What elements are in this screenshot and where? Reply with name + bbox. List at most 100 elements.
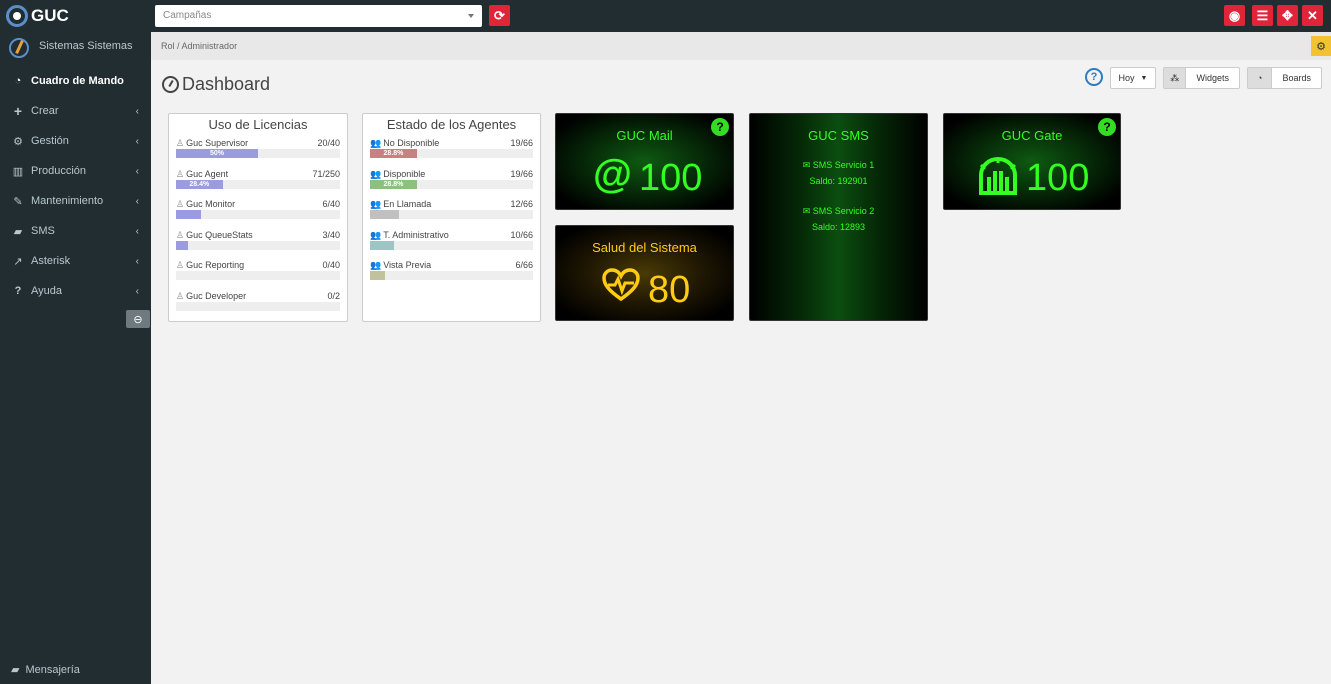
progress-row-label: ♙ Guc Supervisor — [176, 138, 249, 148]
user-icon: ♙ — [176, 138, 185, 148]
progress-row: ♙ Guc Reporting 0/40 — [176, 257, 340, 288]
close-button[interactable]: ✕ — [1302, 5, 1323, 26]
progress-row-label: 👥 No Disponible — [370, 138, 440, 148]
breadcrumb-item[interactable]: Rol — [161, 41, 175, 51]
chevron-left-icon: ‹ — [135, 106, 139, 117]
menu-icon: ☰ — [1256, 7, 1269, 23]
period-dropdown[interactable]: Hoy ▼ — [1110, 67, 1156, 89]
breadcrumb-item[interactable]: Administrador — [182, 41, 238, 51]
progress-row-label: ♙ Guc QueueStats — [176, 229, 253, 240]
settings-button[interactable]: ⚙ — [1311, 36, 1331, 56]
progress-row-label: 👥 Vista Previa — [370, 260, 432, 270]
progress-fill — [176, 210, 201, 219]
sidebar-item-label: Gestión — [31, 135, 69, 147]
agentes-list: 👥 No Disponible 19/66 28.8% 👥 Disponible 19/66… — [363, 135, 540, 288]
progress-row-value: 10/66 — [510, 229, 533, 240]
gears-icon: ⚙ — [13, 135, 23, 148]
cubes-icon: ⁂ — [1164, 68, 1187, 88]
sidebar-collapse-button[interactable]: ⊖ — [126, 310, 150, 328]
users-icon: 👥 — [370, 260, 382, 270]
dashboard-icon — [162, 76, 179, 93]
progress-fill — [176, 240, 189, 250]
user-icon: ♙ — [176, 290, 185, 301]
guc-gate-widget[interactable]: GUC Gate ? 100 — [943, 113, 1121, 210]
help-button[interactable]: ? — [1085, 68, 1103, 86]
sms-service-saldo: Saldo: 12893 — [811, 222, 866, 232]
sidebar-item-asterisk[interactable]: ↗ Asterisk ‹ — [0, 246, 151, 276]
record-button[interactable]: ◉ — [1224, 5, 1245, 26]
users-icon: 👥 — [370, 199, 382, 209]
progress-track — [176, 271, 340, 280]
progress-track: 28.8% — [370, 179, 533, 189]
move-button[interactable]: ✥ — [1277, 5, 1298, 26]
menu-button[interactable]: ☰ — [1252, 5, 1273, 26]
app-logo[interactable]: GUC — [6, 5, 69, 27]
progress-row-label: ♙ Guc Developer — [176, 290, 247, 301]
user-panel[interactable]: Sistemas Sistemas — [0, 32, 151, 60]
widgets-button[interactable]: ⁂ Widgets — [1163, 67, 1240, 89]
progress-row-label: 👥 T. Administrativo — [370, 229, 449, 240]
progress-row: 👥 En Llamada 12/66 — [370, 196, 533, 227]
sidebar-item-produccion[interactable]: ▥ Producción ‹ — [0, 156, 151, 186]
user-icon: ♙ — [176, 199, 185, 209]
guc-sms-title: GUC SMS — [808, 128, 869, 143]
sidebar-item-label: Producción — [31, 165, 87, 177]
guc-sms-widget[interactable]: GUC SMS ✉ SMS Servicio 1 Saldo: 192901 ✉… — [749, 113, 928, 321]
users-icon: 👥 — [370, 138, 382, 148]
salud-sistema-value: 80 — [648, 269, 691, 311]
breadcrumb: Rol / Administrador ⚙ — [151, 32, 1331, 60]
campaign-select[interactable]: Campañas — [155, 5, 482, 27]
sidebar-item-mensajeria[interactable]: ▰ Mensajería — [11, 663, 80, 677]
record-icon: ◉ — [1228, 7, 1241, 23]
sidebar-item-label: Mensajería — [25, 663, 80, 676]
sidebar-item-label: Cuadro de Mando — [31, 75, 124, 87]
chevron-left-icon: ‹ — [135, 256, 139, 267]
wrench-icon: ✎ — [13, 195, 23, 208]
progress-fill — [370, 210, 400, 219]
widgets-button-label: Widgets — [1196, 73, 1229, 83]
refresh-button[interactable]: ⟳ — [489, 5, 510, 26]
progress-row: 👥 Disponible 19/66 28.8% — [370, 166, 533, 197]
sidebar: Sistemas Sistemas ◔ Cuadro de Mando + Cr… — [0, 32, 151, 684]
boards-button-label: Boards — [1282, 73, 1311, 83]
sidebar-item-crear[interactable]: + Crear ‹ — [0, 96, 151, 126]
user-icon: ♙ — [176, 229, 185, 240]
licencias-title: Uso de Licencias — [208, 117, 308, 132]
agentes-title: Estado de los Agentes — [386, 117, 517, 132]
user-icon: ♙ — [176, 260, 185, 270]
guc-mail-widget[interactable]: GUC Mail ? @ 100 — [555, 113, 734, 210]
sidebar-item-ayuda[interactable]: ? Ayuda ‹ — [0, 276, 151, 306]
help-badge-icon[interactable]: ? — [1098, 118, 1116, 136]
progress-track — [176, 301, 340, 311]
guc-gate-value: 100 — [1026, 157, 1090, 199]
chat-icon: ▰ — [11, 664, 20, 676]
chevron-left-icon: ‹ — [135, 226, 139, 237]
chat-icon: ▰ — [13, 225, 23, 238]
sidebar-item-mantenimiento[interactable]: ✎ Mantenimiento ‹ — [0, 186, 151, 216]
refresh-icon: ⟳ — [494, 7, 505, 23]
progress-row-label: 👥 Disponible — [370, 168, 426, 179]
move-icon: ✥ — [1282, 7, 1293, 23]
sidebar-menu: ◔ Cuadro de Mando + Crear ‹ ⚙ Gestión ‹ … — [0, 66, 151, 306]
bar-chart-icon: ▥ — [12, 165, 24, 178]
salud-sistema-widget[interactable]: Salud del Sistema 80 — [555, 225, 734, 321]
question-icon: ? — [1090, 71, 1098, 83]
sms-service-name: ✉ SMS Servicio 2 — [802, 206, 875, 216]
users-icon: 👥 — [370, 229, 382, 240]
progress-row: ♙ Guc Agent 71/250 28.4% — [176, 166, 340, 197]
chevron-left-icon: ‹ — [135, 286, 139, 297]
progress-row-label: 👥 En Llamada — [370, 199, 432, 209]
progress-row-label: ♙ Guc Monitor — [176, 199, 236, 209]
sidebar-item-sms[interactable]: ▰ SMS ‹ — [0, 216, 151, 246]
sidebar-item-cuadro-de-mando[interactable]: ◔ Cuadro de Mando — [0, 66, 151, 96]
progress-track: 28.8% — [370, 149, 533, 158]
help-badge-icon[interactable]: ? — [711, 118, 729, 136]
boards-button[interactable]: ◔ Boards — [1247, 67, 1322, 89]
progress-track: 50% — [176, 149, 340, 158]
sidebar-item-gestion[interactable]: ⚙ Gestión ‹ — [0, 126, 151, 156]
question-icon: ? — [14, 285, 22, 297]
chevron-left-icon: ‹ — [135, 196, 139, 207]
guc-mail-value: 100 — [639, 157, 703, 199]
progress-fill — [370, 240, 395, 250]
progress-track — [370, 210, 533, 219]
